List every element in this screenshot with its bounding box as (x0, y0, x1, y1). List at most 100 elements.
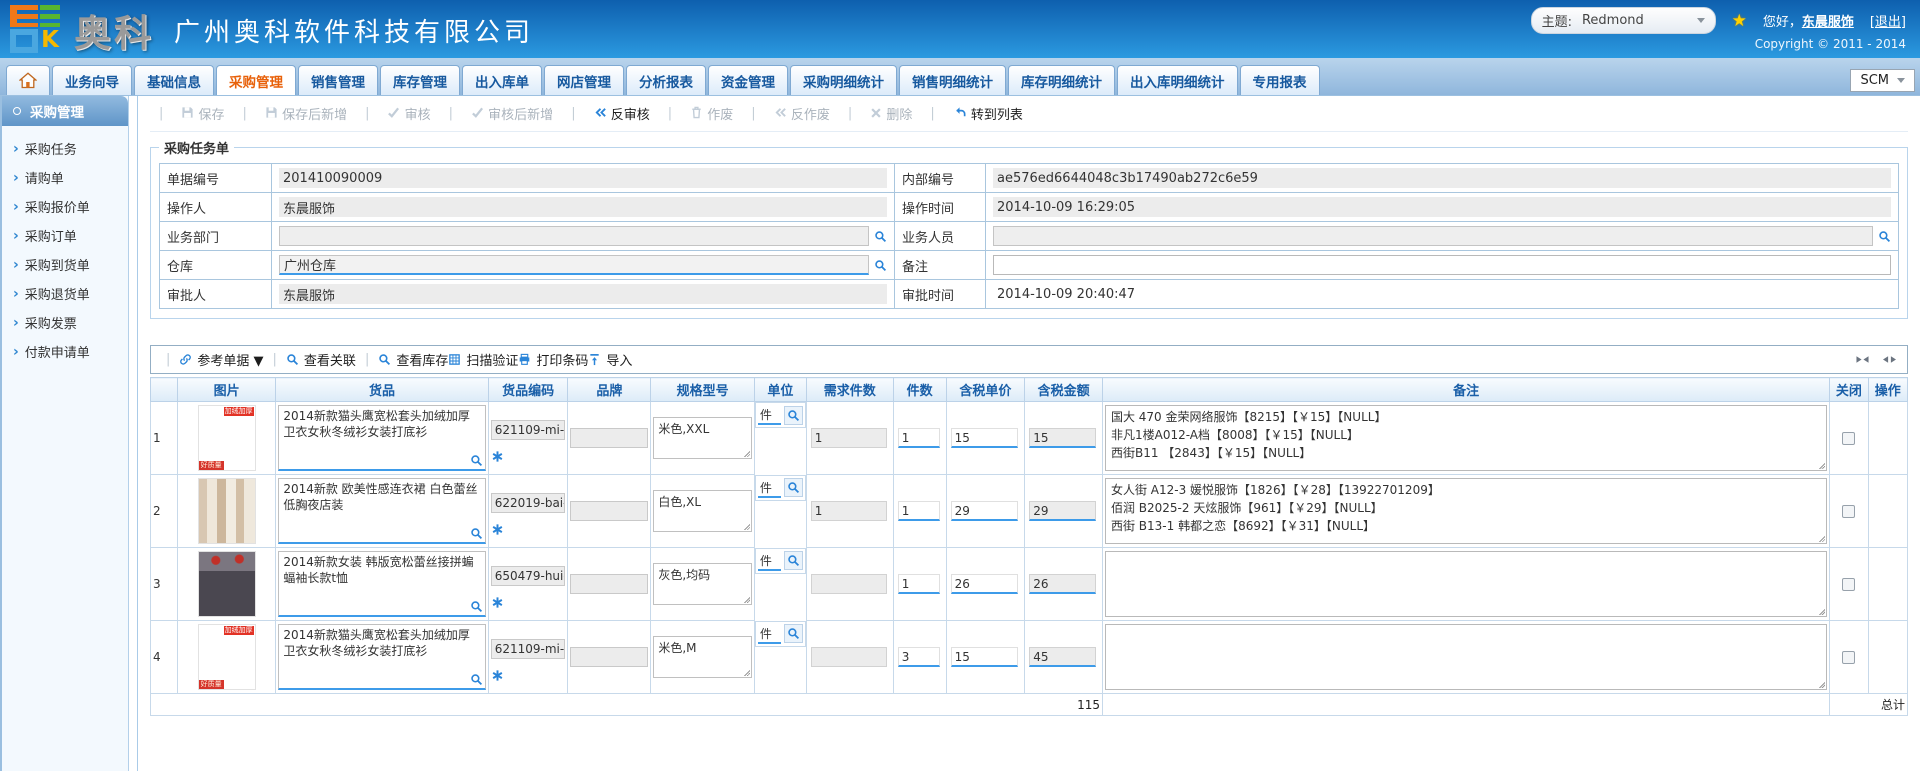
close-checkbox[interactable] (1842, 505, 1855, 518)
form-input[interactable]: 东晨服饰 (279, 197, 887, 217)
form-input[interactable] (993, 255, 1891, 275)
detail-toolbar-button[interactable]: 扫描验证 (448, 350, 518, 369)
unit-field[interactable]: 件 (758, 624, 781, 644)
form-input[interactable]: 2014-10-09 16:29:05 (993, 197, 1891, 217)
detail-toolbar-button[interactable]: 导入 (588, 350, 632, 369)
demand-qty-field[interactable]: 1 (811, 428, 887, 448)
nav-tab[interactable]: 采购明细统计 (790, 65, 897, 95)
gear-icon[interactable] (491, 450, 566, 463)
spec-field[interactable]: 白色,XL (653, 490, 752, 532)
nav-tab[interactable]: 出入库单 (462, 65, 542, 95)
product-name-input[interactable]: 2014新款女装 韩版宽松蕾丝接拼蝙蝠袖长款t恤 (278, 551, 485, 617)
nav-tab[interactable]: 采购管理 (216, 65, 296, 95)
nav-tab[interactable]: 库存管理 (380, 65, 460, 95)
remark-field[interactable]: 国大 470 金荣网络服饰【8215】【￥15】【NULL】 非凡1楼A012-… (1105, 405, 1827, 471)
form-input[interactable]: 广州仓库 (279, 255, 869, 275)
sidebar-item[interactable]: › 请购单 (2, 163, 128, 192)
gear-icon[interactable] (491, 669, 566, 682)
brand-field[interactable] (570, 501, 648, 521)
amount-field[interactable]: 29 (1029, 501, 1096, 521)
spec-field[interactable]: 米色,M (653, 636, 752, 678)
search-icon[interactable] (470, 673, 483, 686)
unit-field[interactable]: 件 (758, 551, 781, 571)
sidebar-item[interactable]: › 采购退货单 (2, 279, 128, 308)
search-icon[interactable] (784, 406, 802, 425)
unit-price-field[interactable]: 26 (951, 574, 1019, 594)
search-icon[interactable] (470, 527, 483, 540)
search-icon[interactable] (470, 454, 483, 467)
sidebar-item[interactable]: › 采购订单 (2, 221, 128, 250)
nav-tab[interactable]: 分析报表 (626, 65, 706, 95)
amount-field[interactable]: 15 (1029, 428, 1096, 448)
product-code-field[interactable]: 622019-bai-x (491, 493, 566, 513)
product-name-input[interactable]: 2014新款猫头鹰宽松套头加绒加厚卫衣女秋冬绒衫女装打底衫 (278, 405, 485, 471)
home-tab[interactable] (6, 65, 50, 95)
nav-tab[interactable]: 库存明细统计 (1008, 65, 1115, 95)
detail-toolbar-button[interactable]: 查看关联 (286, 350, 356, 369)
favorite-star-icon[interactable]: ★ (1732, 11, 1747, 31)
form-input[interactable] (993, 226, 1873, 246)
search-icon[interactable] (1878, 230, 1891, 243)
product-name-input[interactable]: 2014新款猫头鹰宽松套头加绒加厚卫衣女秋冬绒衫女装打底衫 (278, 624, 485, 690)
close-checkbox[interactable] (1842, 651, 1855, 664)
unit-field[interactable]: 件 (758, 405, 781, 425)
brand-field[interactable] (570, 647, 648, 667)
sidebar-item[interactable]: › 采购到货单 (2, 250, 128, 279)
sidebar-item[interactable]: › 采购发票 (2, 308, 128, 337)
toolbar-button[interactable]: 保存 (181, 104, 224, 123)
toolbar-button[interactable]: 保存后新增 (265, 104, 347, 123)
gear-icon[interactable] (491, 596, 566, 609)
nav-tab[interactable]: 销售明细统计 (899, 65, 1006, 95)
search-icon[interactable] (784, 551, 802, 570)
search-icon[interactable] (874, 230, 887, 243)
nav-tab[interactable]: 专用报表 (1240, 65, 1320, 95)
product-code-field[interactable]: 621109-mi-m (491, 639, 566, 659)
detail-toolbar-button[interactable]: 查看库存 (378, 350, 448, 369)
demand-qty-field[interactable]: 1 (811, 501, 887, 521)
nav-tab[interactable]: 基础信息 (134, 65, 214, 95)
brand-field[interactable] (570, 574, 648, 594)
spec-field[interactable]: 灰色,均码 (653, 563, 752, 605)
expand-columns-icon[interactable] (1882, 353, 1897, 366)
brand-field[interactable] (570, 428, 648, 448)
search-icon[interactable] (874, 259, 887, 272)
sidebar-item[interactable]: › 采购任务 (2, 134, 128, 163)
form-input[interactable]: 201410090009 (279, 168, 887, 188)
toolbar-button[interactable]: 反作废 (774, 104, 830, 123)
toolbar-button[interactable]: 审核后新增 (471, 104, 553, 123)
form-input[interactable]: ae576ed6644048c3b17490ab272c6e59 (993, 168, 1891, 188)
toolbar-button[interactable]: 转到列表 (953, 104, 1023, 123)
demand-qty-field[interactable] (811, 574, 887, 594)
logout-link[interactable]: [退出] (1870, 11, 1906, 30)
unit-price-field[interactable]: 29 (951, 501, 1019, 521)
toolbar-button[interactable]: 删除 (870, 104, 912, 123)
amount-field[interactable]: 45 (1029, 647, 1096, 667)
sidebar-item[interactable]: › 采购报价单 (2, 192, 128, 221)
product-name-input[interactable]: 2014新款 欧美性感连衣裙 白色蕾丝低胸夜店装 (278, 478, 485, 544)
toolbar-button[interactable]: 审核 (387, 104, 430, 123)
remark-field[interactable] (1105, 624, 1827, 690)
qty-field[interactable]: 1 (898, 501, 940, 521)
search-icon[interactable] (470, 600, 483, 613)
nav-tab[interactable]: 销售管理 (298, 65, 378, 95)
close-checkbox[interactable] (1842, 578, 1855, 591)
demand-qty-field[interactable] (811, 647, 887, 667)
nav-tab[interactable]: 出入库明细统计 (1117, 65, 1238, 95)
unit-price-field[interactable]: 15 (951, 428, 1019, 448)
remark-field[interactable]: 女人街 A12-3 媛悦服饰【1826】【￥28】【13922701209】 佰… (1105, 478, 1827, 544)
qty-field[interactable]: 3 (898, 647, 940, 667)
nav-tab[interactable]: 业务向导 (52, 65, 132, 95)
search-icon[interactable] (784, 478, 802, 497)
unit-field[interactable]: 件 (758, 478, 781, 498)
nav-tab[interactable]: 网店管理 (544, 65, 624, 95)
detail-toolbar-button[interactable]: 打印条码 (518, 350, 588, 369)
gear-icon[interactable] (491, 523, 566, 536)
qty-field[interactable]: 1 (898, 574, 940, 594)
detail-toolbar-button[interactable]: 参考单据 ▼ (179, 350, 263, 369)
amount-field[interactable]: 26 (1029, 574, 1096, 594)
scm-select[interactable]: SCM (1850, 69, 1915, 92)
product-code-field[interactable]: 650479-hui-j (491, 566, 566, 586)
sidebar-item[interactable]: › 付款申请单 (2, 337, 128, 366)
theme-select[interactable]: 主题: Redmond (1531, 7, 1716, 34)
remark-field[interactable] (1105, 551, 1827, 617)
